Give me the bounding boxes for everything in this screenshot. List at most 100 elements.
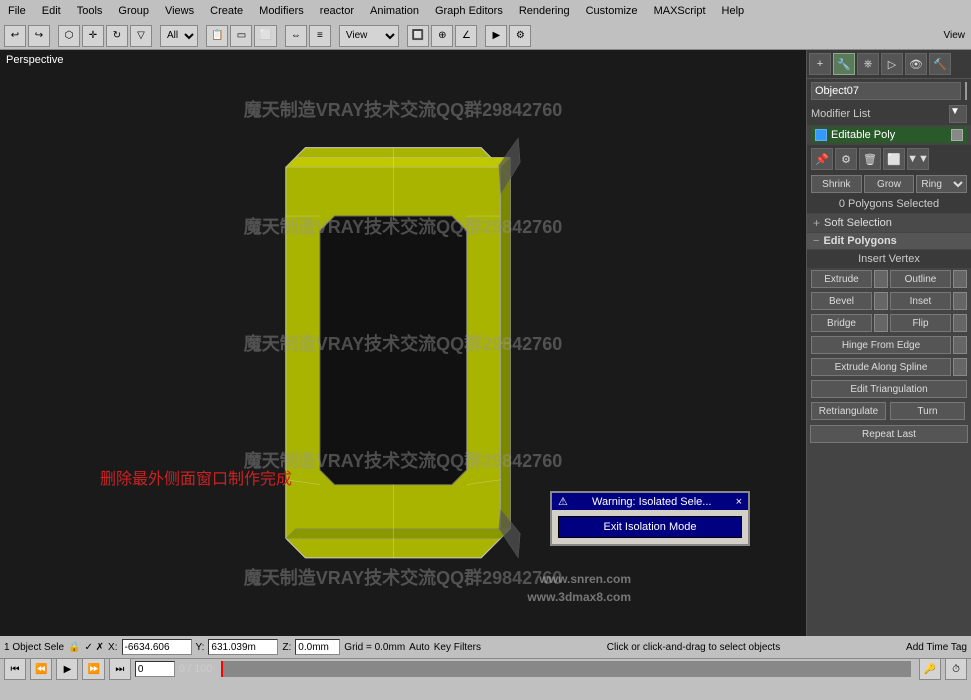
timeline-frame-label: 0 / 100: [179, 663, 213, 675]
menu-tools[interactable]: Tools: [73, 5, 107, 17]
bridge-button[interactable]: Bridge: [811, 314, 872, 332]
panel-icon-utilities[interactable]: 🔨: [929, 53, 951, 75]
panel-icon-hierarchy[interactable]: ⎈: [857, 53, 879, 75]
collapse-all-button[interactable]: ▼▼: [907, 148, 929, 170]
rotate-button[interactable]: ↻: [106, 25, 128, 47]
menu-edit[interactable]: Edit: [38, 5, 65, 17]
status-x-label: X:: [108, 642, 117, 653]
inset-settings-button[interactable]: [953, 292, 967, 310]
panel-icon-display[interactable]: 👁: [905, 53, 927, 75]
render-setup-button[interactable]: ⚙: [509, 25, 531, 47]
right-panel-scroll[interactable]: Modifier List ▼ Editable Poly 📌 ⚙ 🗑 ⬜ ▼▼: [807, 79, 971, 636]
select-by-name-button[interactable]: 📋: [206, 25, 228, 47]
menu-reactor[interactable]: reactor: [316, 5, 358, 17]
repeat-last-button[interactable]: Repeat Last: [810, 425, 968, 443]
timeline-key-mode[interactable]: 🔑: [919, 658, 941, 680]
timeline-go-end[interactable]: ⏭: [109, 658, 131, 680]
repeat-last-row: Repeat Last: [807, 422, 971, 446]
extrude-spline-settings-button[interactable]: [953, 358, 967, 376]
move-button[interactable]: ✛: [82, 25, 104, 47]
extrude-button[interactable]: Extrude: [811, 270, 872, 288]
outline-button[interactable]: Outline: [890, 270, 951, 288]
bridge-settings-button[interactable]: [874, 314, 888, 332]
menu-bar: File Edit Tools Group Views Create Modif…: [0, 0, 971, 22]
rect-select-button[interactable]: ▭: [230, 25, 252, 47]
grow-button[interactable]: Grow: [864, 175, 915, 193]
timeline-go-start[interactable]: ⏮: [4, 658, 26, 680]
panel-icon-motion[interactable]: ▷: [881, 53, 903, 75]
viewport[interactable]: Perspective 魔天制造VRAY技术交流QQ群29842760 魔天制造…: [0, 50, 806, 636]
warning-icon: ⚠: [558, 495, 568, 508]
flip-settings-button[interactable]: [953, 314, 967, 332]
undo-button[interactable]: ↩: [4, 25, 26, 47]
pin-stack-button[interactable]: 📌: [811, 148, 833, 170]
outline-settings-button[interactable]: [953, 270, 967, 288]
angle-snap-button[interactable]: ∠: [455, 25, 477, 47]
status-add-time-tag[interactable]: Add Time Tag: [906, 642, 967, 653]
status-z-input[interactable]: [295, 639, 340, 655]
snap-toggle[interactable]: ⊕: [431, 25, 453, 47]
timeline: ⏮ ⏪ ▶ ⏩ ⏭ 0 / 100 🔑 ⏱: [0, 658, 971, 700]
timeline-play[interactable]: ▶: [56, 658, 78, 680]
inset-button[interactable]: Inset: [890, 292, 951, 310]
menu-maxscript[interactable]: MAXScript: [650, 5, 710, 17]
bevel-button[interactable]: Bevel: [811, 292, 872, 310]
flip-button[interactable]: Flip: [890, 314, 951, 332]
menu-animation[interactable]: Animation: [366, 5, 423, 17]
delete-modifier-button[interactable]: 🗑: [859, 148, 881, 170]
selection-filter-dropdown[interactable]: All: [160, 25, 198, 47]
menu-views[interactable]: Views: [161, 5, 198, 17]
render-button[interactable]: ▶: [485, 25, 507, 47]
modifier-editable-poly[interactable]: Editable Poly: [811, 127, 967, 143]
hinge-settings-button[interactable]: [953, 336, 967, 354]
view-dropdown[interactable]: View: [339, 25, 399, 47]
status-y-input[interactable]: [208, 639, 278, 655]
configure-button[interactable]: ⚙: [835, 148, 857, 170]
status-grid-label: Grid = 0.0mm: [344, 642, 405, 653]
timeline-track[interactable]: [221, 661, 911, 677]
scale-button[interactable]: ▽: [130, 25, 152, 47]
ring-loop-dropdown[interactable]: RingLoop: [916, 175, 967, 193]
timeline-prev-frame[interactable]: ⏪: [30, 658, 52, 680]
bevel-settings-button[interactable]: [874, 292, 888, 310]
timeline-frame-input[interactable]: [135, 661, 175, 677]
extrude-along-spline-button[interactable]: Extrude Along Spline: [811, 358, 951, 376]
modifier-right-handle[interactable]: [951, 129, 963, 141]
menu-group[interactable]: Group: [114, 5, 153, 17]
mirror-button[interactable]: ⇔: [285, 25, 307, 47]
menu-modifiers[interactable]: Modifiers: [255, 5, 308, 17]
timeline-next-frame[interactable]: ⏩: [82, 658, 104, 680]
make-unique-button[interactable]: ⬜: [883, 148, 905, 170]
snap-button[interactable]: 🔲: [407, 25, 429, 47]
timeline-time-config[interactable]: ⏱: [945, 658, 967, 680]
menu-customize[interactable]: Customize: [582, 5, 642, 17]
align-button[interactable]: ≡: [309, 25, 331, 47]
menu-help[interactable]: Help: [718, 5, 749, 17]
extrude-settings-button[interactable]: [874, 270, 888, 288]
menu-graph-editors[interactable]: Graph Editors: [431, 5, 507, 17]
retriangulate-button[interactable]: Retriangulate: [811, 402, 886, 420]
soft-selection-section[interactable]: + Soft Selection: [807, 214, 971, 232]
status-x-input[interactable]: [122, 639, 192, 655]
turn-button[interactable]: Turn: [890, 402, 965, 420]
extrude-outline-row: Extrude Outline: [807, 268, 971, 290]
panel-icon-modify[interactable]: 🔧: [833, 53, 855, 75]
warning-close-button[interactable]: ×: [736, 496, 742, 508]
exit-isolation-button[interactable]: Exit Isolation Mode: [558, 516, 742, 538]
menu-rendering[interactable]: Rendering: [515, 5, 574, 17]
menu-file[interactable]: File: [4, 5, 30, 17]
panel-icon-create[interactable]: +: [809, 53, 831, 75]
modifier-list-dropdown[interactable]: ▼: [949, 105, 967, 123]
object-name-input[interactable]: [811, 82, 961, 100]
insert-vertex-row[interactable]: Insert Vertex: [807, 250, 971, 268]
redo-button[interactable]: ↪: [28, 25, 50, 47]
edit-triangulation-button[interactable]: Edit Triangulation: [811, 380, 967, 398]
status-bar: 1 Object Sele 🔒 ✓ ✗ X: Y: Z: Grid = 0.0m…: [0, 636, 971, 658]
select-button[interactable]: ⬡: [58, 25, 80, 47]
menu-create[interactable]: Create: [206, 5, 247, 17]
shrink-button[interactable]: Shrink: [811, 175, 862, 193]
object-color-swatch[interactable]: [965, 82, 967, 100]
window-cross-button[interactable]: ⬜: [254, 25, 276, 47]
hinge-from-edge-button[interactable]: Hinge From Edge: [811, 336, 951, 354]
edit-polygons-section[interactable]: − Edit Polygons: [807, 233, 971, 249]
